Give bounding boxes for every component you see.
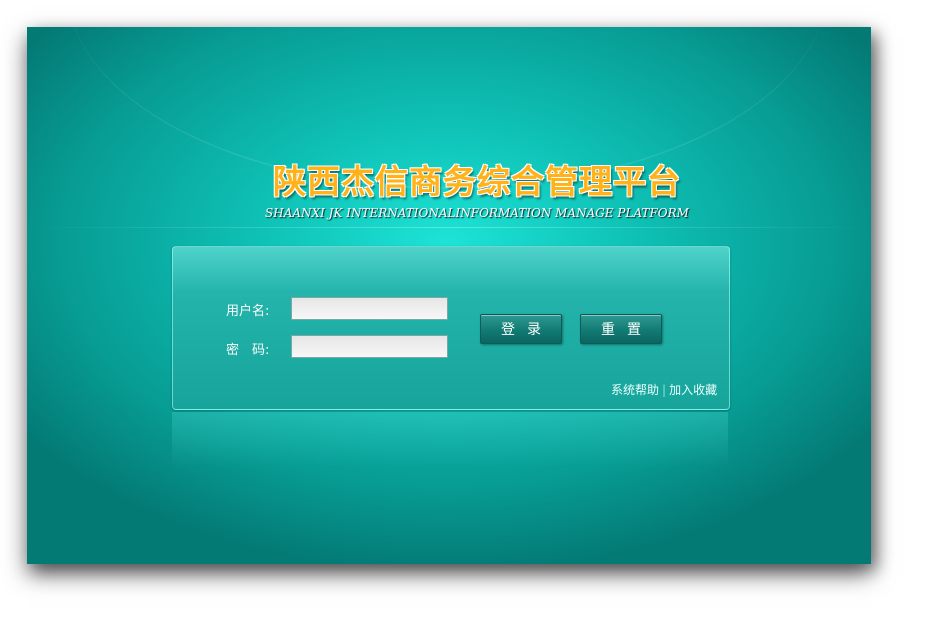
panel-reflection: [172, 412, 728, 467]
add-favorite-link[interactable]: 加入收藏: [669, 383, 717, 397]
system-help-link[interactable]: 系统帮助: [611, 383, 659, 397]
platform-title: 陕西杰信商务综合管理平台: [273, 162, 681, 201]
password-label: 密 码:: [226, 343, 270, 358]
login-page-frame: 陕西杰信商务综合管理平台 SHAANXI JK INTERNATIONALINF…: [27, 27, 871, 564]
platform-subtitle: SHAANXI JK INTERNATIONALINFORMATION MANA…: [265, 206, 689, 220]
footer-links: 系统帮助 | 加入收藏: [611, 381, 717, 398]
username-label: 用户名:: [226, 304, 270, 319]
username-input[interactable]: [291, 297, 448, 320]
link-separator: |: [662, 383, 667, 397]
reset-button[interactable]: 重置: [580, 314, 662, 344]
password-input[interactable]: [291, 335, 448, 358]
login-button[interactable]: 登录: [480, 314, 562, 344]
horizon-line: [27, 227, 871, 228]
